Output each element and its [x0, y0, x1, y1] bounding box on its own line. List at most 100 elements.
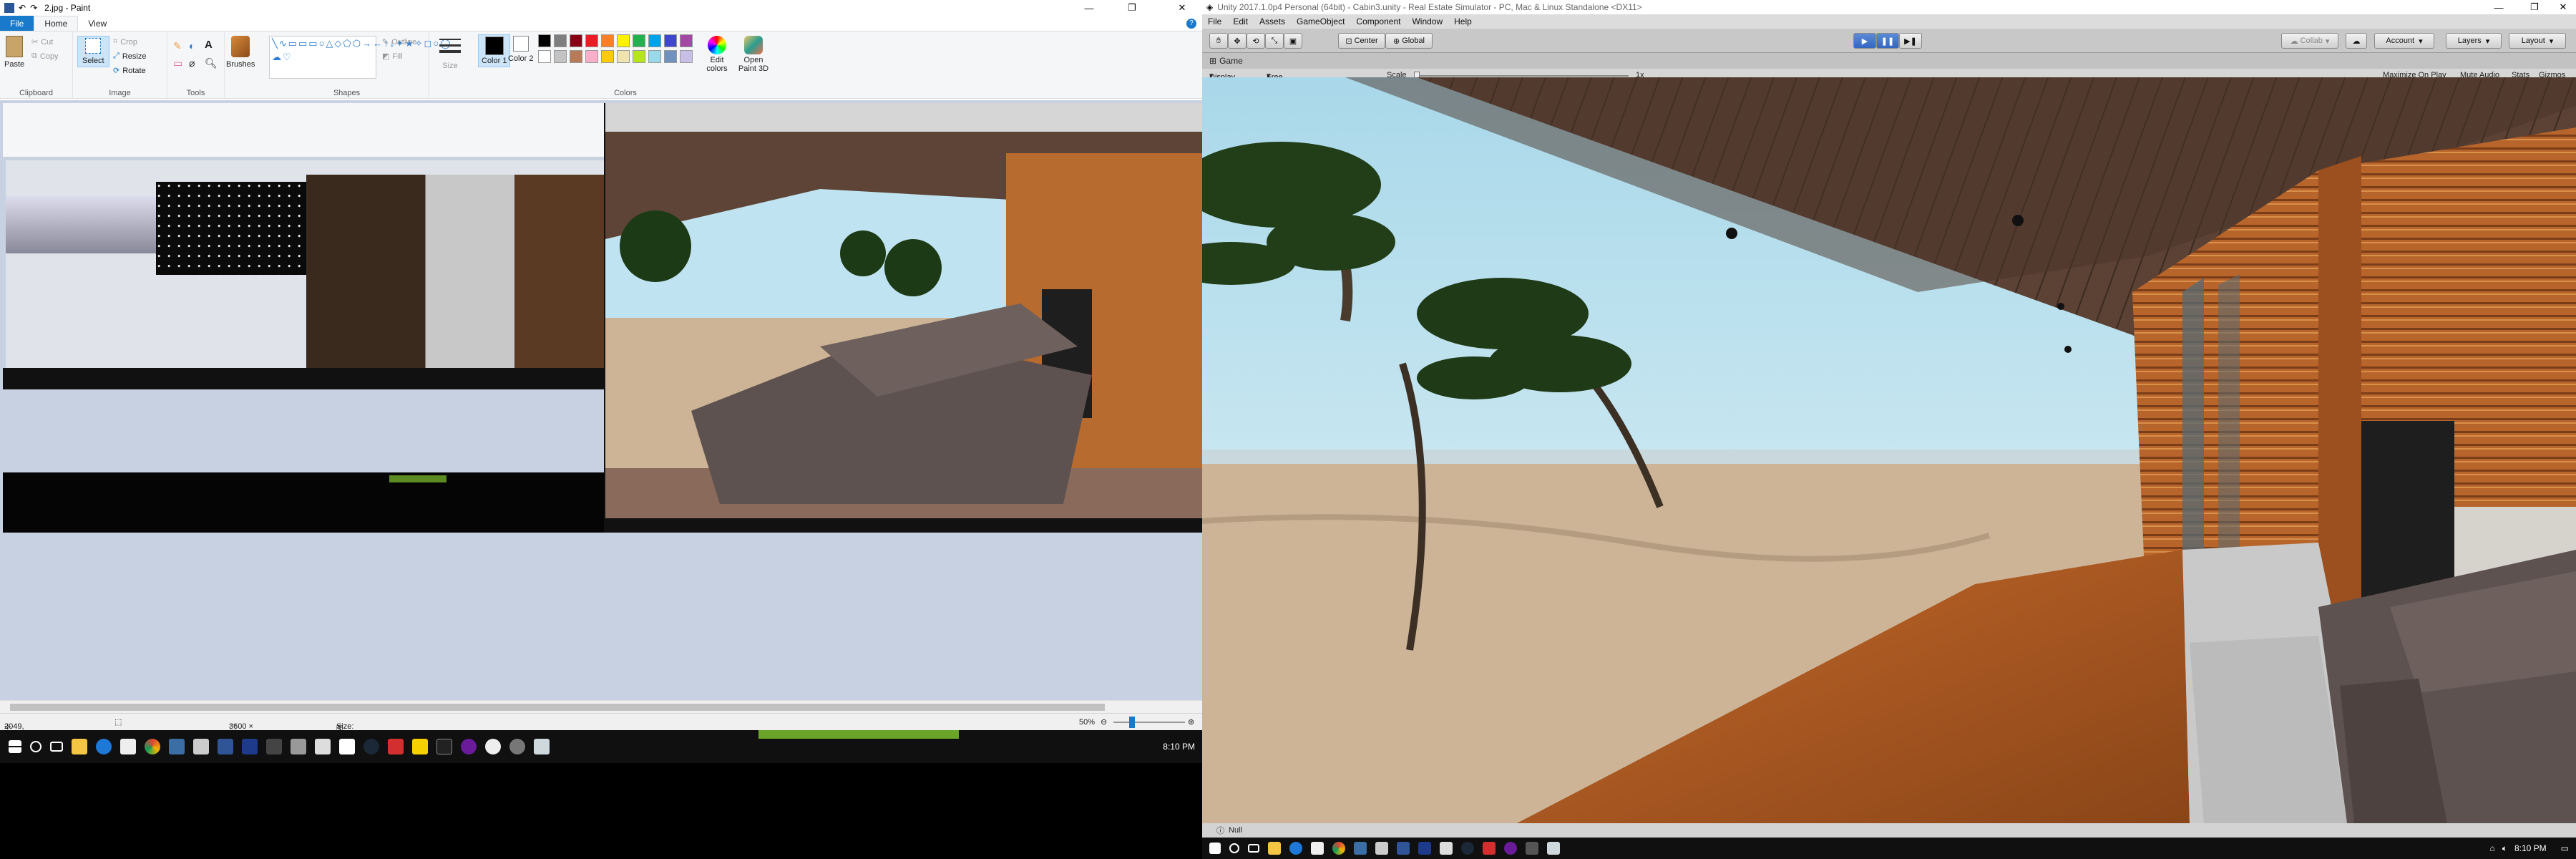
undo-icon[interactable]: ↶	[19, 3, 26, 13]
palette-swatch[interactable]	[617, 34, 630, 47]
zoom-slider-thumb[interactable]	[1129, 717, 1135, 728]
redo-icon[interactable]: ↷	[30, 3, 37, 13]
menu-file[interactable]: File	[1202, 16, 1227, 26]
app-icon-5[interactable]	[1483, 842, 1496, 855]
palette-swatch[interactable]	[538, 34, 551, 47]
pivot-center-button[interactable]: ⊡ Center	[1338, 33, 1385, 49]
select-button[interactable]: Select	[77, 36, 109, 67]
move-tool-button[interactable]: ✥	[1228, 33, 1246, 49]
layers-dropdown[interactable]: Layers ▾	[2446, 33, 2502, 49]
app-icon-1[interactable]	[169, 739, 185, 754]
chrome-icon[interactable]	[145, 739, 160, 754]
store-icon[interactable]	[120, 739, 136, 754]
notification-icon[interactable]: ▭	[2561, 843, 2569, 853]
menu-help[interactable]: Help	[1448, 16, 1478, 26]
cloud-button[interactable]: ☁	[2346, 33, 2367, 49]
task-view-icon[interactable]	[50, 742, 63, 752]
hand-tool-button[interactable]: ✋︎	[1209, 33, 1228, 49]
search-icon[interactable]	[1229, 843, 1239, 853]
palette-swatch[interactable]	[538, 50, 551, 63]
palette-swatch[interactable]	[617, 50, 630, 63]
palette-swatch[interactable]	[570, 34, 582, 47]
scale-tool-button[interactable]: ⤡	[1265, 33, 1284, 49]
brushes-button[interactable]: Brushes	[226, 36, 255, 69]
color-picker-icon[interactable]: ⌀	[189, 57, 195, 69]
palette-swatch[interactable]	[601, 50, 614, 63]
horizontal-scrollbar[interactable]	[0, 700, 1202, 713]
app-icon-10[interactable]	[436, 739, 452, 754]
step-button[interactable]: ▶❚	[1899, 33, 1922, 49]
color-palette[interactable]	[538, 34, 710, 82]
volume-icon[interactable]: 🔈︎	[2502, 843, 2507, 854]
menu-edit[interactable]: Edit	[1227, 16, 1254, 26]
color2-button[interactable]: Color 2	[508, 36, 533, 63]
account-dropdown[interactable]: Account ▾	[2374, 33, 2434, 49]
mail-icon[interactable]	[1440, 842, 1453, 855]
palette-swatch[interactable]	[570, 50, 582, 63]
palette-swatch[interactable]	[680, 34, 693, 47]
outline-dropdown[interactable]: ✎ Outline	[382, 37, 416, 47]
color1-button[interactable]: Color 1	[478, 34, 511, 67]
menu-assets[interactable]: Assets	[1254, 16, 1291, 26]
app-icon-8[interactable]	[388, 739, 404, 754]
app-icon-2[interactable]	[193, 739, 209, 754]
windows-start-icon[interactable]	[9, 740, 21, 753]
maximize-button[interactable]: ❐	[1116, 0, 1148, 16]
cut-button[interactable]: ✂ Cut	[31, 37, 53, 47]
mail-icon[interactable]	[315, 739, 331, 754]
app-icon-4[interactable]	[1418, 842, 1431, 855]
paint-taskbar-icon[interactable]	[534, 739, 550, 754]
copy-button[interactable]: ⧉ Copy	[31, 52, 59, 61]
clock-left[interactable]: 8:10 PM	[1163, 742, 1195, 752]
windows-start-icon[interactable]	[1209, 843, 1221, 854]
zoom-in-button[interactable]: ⊕	[1188, 717, 1194, 727]
app-icon-5[interactable]	[266, 739, 282, 754]
app-icon-3[interactable]	[218, 739, 233, 754]
edge-icon[interactable]	[1289, 842, 1302, 855]
zoom-out-button[interactable]: ⊖	[1101, 717, 1107, 727]
game-view[interactable]	[1202, 77, 2576, 823]
layout-dropdown[interactable]: Layout ▾	[2509, 33, 2566, 49]
steam-icon[interactable]	[364, 739, 379, 754]
tab-view[interactable]: View	[78, 16, 117, 31]
palette-swatch[interactable]	[633, 50, 645, 63]
crop-button[interactable]: ⌗ Crop	[113, 37, 137, 47]
global-button[interactable]: ⊕ Global	[1385, 33, 1433, 49]
file-explorer-icon[interactable]	[1268, 842, 1281, 855]
fill-dropdown[interactable]: ◩ Fill	[382, 52, 402, 62]
app-icon-7[interactable]	[339, 739, 355, 754]
network-icon[interactable]: ⌂	[2490, 843, 2495, 853]
chrome-icon[interactable]	[1332, 842, 1345, 855]
game-tab[interactable]: ⊞ Game	[1202, 53, 2576, 69]
open-paint3d-button[interactable]: Open Paint 3D	[736, 36, 771, 73]
play-button[interactable]: ▶	[1853, 33, 1876, 49]
clock-right[interactable]: 8:10 PM	[2514, 843, 2547, 853]
steam-icon[interactable]	[1461, 842, 1474, 855]
fill-icon[interactable]: ◐	[189, 40, 195, 52]
unity-maximize-button[interactable]: ❐	[2519, 0, 2550, 14]
app-icon-12[interactable]	[485, 739, 501, 754]
palette-swatch[interactable]	[554, 50, 567, 63]
paint-taskbar-icon[interactable]	[1547, 842, 1560, 855]
eraser-icon[interactable]: ▭	[173, 57, 182, 69]
unity-taskbar-icon[interactable]	[1526, 842, 1538, 855]
app-icon-6[interactable]	[291, 739, 306, 754]
app-icon-3[interactable]	[1397, 842, 1410, 855]
app-icon-11[interactable]	[461, 739, 477, 754]
size-button[interactable]: Size	[439, 39, 461, 70]
tab-home[interactable]: Home	[34, 16, 79, 31]
menu-window[interactable]: Window	[1406, 16, 1448, 26]
palette-swatch[interactable]	[601, 34, 614, 47]
help-icon[interactable]: ?	[1186, 16, 1202, 31]
shapes-gallery[interactable]: ╲∿▭▭▭○△◇⬠⬡→←↑↓✦★✧◻○◯☁♡	[269, 36, 451, 79]
edge-icon[interactable]	[96, 739, 112, 754]
app-icon-9[interactable]	[412, 739, 428, 754]
tab-file[interactable]: File	[0, 16, 34, 31]
text-icon[interactable]: A	[205, 39, 213, 51]
file-explorer-icon[interactable]	[72, 739, 87, 754]
palette-swatch[interactable]	[664, 34, 677, 47]
app-icon-4[interactable]	[242, 739, 258, 754]
palette-swatch[interactable]	[648, 34, 661, 47]
collab-dropdown[interactable]: ☁ Collab ▾	[2281, 33, 2338, 49]
rect-tool-button[interactable]: ▣	[1284, 33, 1302, 49]
